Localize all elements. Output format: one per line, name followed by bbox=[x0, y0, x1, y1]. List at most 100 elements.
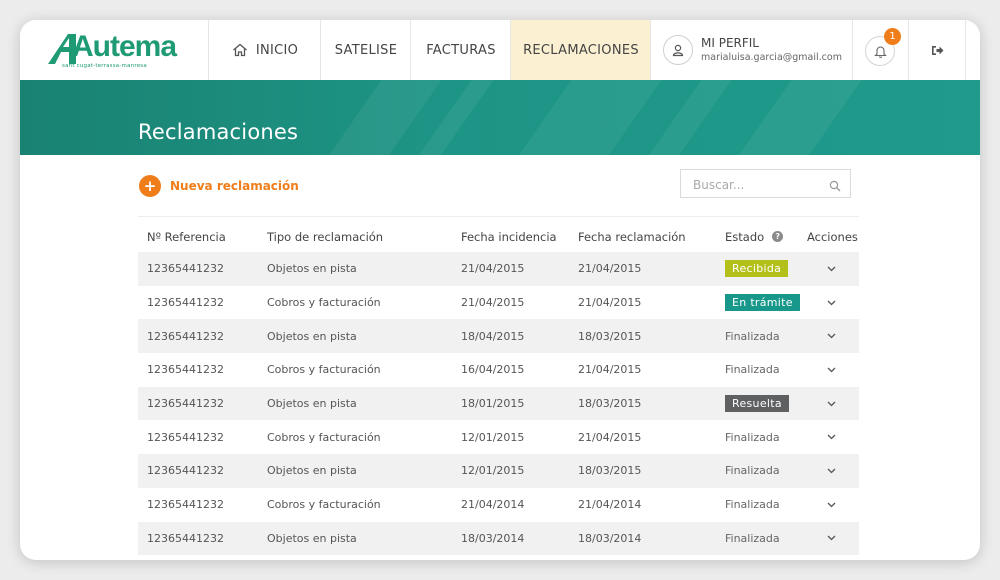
cell-fecha-incidencia: 18/01/2015 bbox=[461, 397, 525, 411]
status-badge: Recibida bbox=[725, 260, 789, 278]
cell-fecha-reclamacion: 18/03/2015 bbox=[578, 397, 642, 411]
status-badge: Resuelta bbox=[725, 395, 789, 413]
cell-estado: Recibida bbox=[725, 252, 789, 286]
cell-fecha-reclamacion: 21/04/2015 bbox=[578, 363, 642, 377]
autema-logo[interactable]: Autema sant cugat-terrassa-manresa bbox=[46, 30, 181, 72]
col-fecha-reclamacion[interactable]: Fecha reclamación bbox=[578, 217, 686, 254]
expand-row-button[interactable] bbox=[827, 319, 836, 353]
cell-tipo: Cobros y facturación bbox=[267, 363, 381, 377]
expand-row-button[interactable] bbox=[827, 387, 836, 421]
cell-referencia: 12365441232 bbox=[147, 296, 224, 310]
col-referencia[interactable]: Nº Referencia bbox=[147, 217, 226, 254]
table-row[interactable]: 12365441232 Cobros y facturación 21/04/201… bbox=[138, 488, 859, 522]
status-badge: Finalizada bbox=[725, 363, 780, 377]
home-icon bbox=[232, 43, 248, 57]
col-tipo[interactable]: Tipo de reclamación bbox=[267, 217, 383, 254]
cell-estado: Finalizada bbox=[725, 319, 780, 353]
cell-fecha-incidencia: 21/04/2014 bbox=[461, 498, 525, 512]
logout-button[interactable] bbox=[908, 20, 966, 80]
table-row[interactable]: 12365441232 Objetos en pista 21/04/2015 21/… bbox=[138, 252, 859, 286]
table-body: 12365441232 Objetos en pista 21/04/2015 21/… bbox=[138, 252, 859, 556]
claims-table: Nº Referencia Tipo de reclamación Fecha … bbox=[138, 216, 859, 556]
chevron-down-icon bbox=[827, 502, 836, 508]
nav-reclamaciones-label: RECLAMACIONES bbox=[523, 42, 639, 58]
chevron-down-icon bbox=[827, 300, 836, 305]
cell-fecha-reclamacion: 21/04/2015 bbox=[578, 296, 642, 310]
cell-estado: En trámite bbox=[725, 286, 800, 320]
status-badge: Finalizada bbox=[725, 498, 780, 512]
logo-subtitle: sant cugat-terrassa-manresa bbox=[62, 63, 147, 69]
cell-estado: Finalizada bbox=[725, 353, 780, 387]
plus-icon: + bbox=[139, 175, 161, 197]
col-acciones: Acciones bbox=[807, 229, 858, 244]
chevron-down-icon bbox=[827, 468, 836, 474]
status-badge: Finalizada bbox=[725, 329, 780, 343]
cell-referencia: 12365441232 bbox=[147, 329, 224, 343]
table-row[interactable]: 12365441232 Cobros y facturación 16/04/201… bbox=[138, 353, 859, 387]
col-estado[interactable]: Estado ? bbox=[725, 217, 784, 254]
help-icon[interactable]: ? bbox=[772, 231, 784, 242]
expand-row-button[interactable] bbox=[827, 252, 836, 286]
chevron-down-icon bbox=[827, 401, 836, 407]
table-row[interactable]: 12365441232 Objetos en pista 18/03/2014 18/… bbox=[138, 521, 859, 556]
cell-tipo: Objetos en pista bbox=[267, 464, 357, 478]
nav-satelise[interactable]: SATELISE bbox=[320, 20, 411, 80]
cell-referencia: 12365441232 bbox=[147, 262, 224, 276]
expand-row-button[interactable] bbox=[827, 286, 836, 320]
cell-estado: Resuelta bbox=[725, 387, 789, 421]
notifications-button[interactable]: 1 bbox=[852, 20, 909, 80]
cell-fecha-reclamacion: 18/03/2014 bbox=[578, 531, 642, 545]
table-row[interactable]: 12365441232 Objetos en pista 18/04/2015 18/… bbox=[138, 319, 859, 354]
expand-row-button[interactable] bbox=[827, 522, 836, 556]
cell-fecha-incidencia: 21/04/2015 bbox=[461, 262, 525, 276]
nav-satelise-label: SATELISE bbox=[334, 42, 398, 58]
cell-fecha-incidencia: 12/01/2015 bbox=[461, 430, 525, 444]
cell-referencia: 12365441232 bbox=[147, 464, 224, 478]
cell-fecha-incidencia: 18/03/2014 bbox=[461, 531, 525, 545]
profile-label: MI PERFIL bbox=[701, 36, 759, 50]
nav-facturas-label: FACTURAS bbox=[426, 42, 496, 58]
table-header: Nº Referencia Tipo de reclamación Fecha … bbox=[138, 216, 859, 252]
table-row[interactable]: 12365441232 Objetos en pista 12/01/2015 18/… bbox=[138, 454, 859, 488]
cell-referencia: 12365441232 bbox=[147, 397, 224, 411]
nav-reclamaciones[interactable]: RECLAMACIONES bbox=[510, 20, 651, 80]
profile-menu[interactable]: MI PERFIL marialuisa.garcia@gmail.com bbox=[650, 20, 853, 80]
logout-icon bbox=[931, 41, 944, 60]
nav-facturas[interactable]: FACTURAS bbox=[410, 20, 511, 80]
cell-tipo: Cobros y facturación bbox=[267, 430, 381, 444]
cell-tipo: Objetos en pista bbox=[267, 329, 357, 343]
nav-inicio-label: INICIO bbox=[255, 42, 299, 58]
status-badge: Finalizada bbox=[725, 430, 780, 444]
cell-fecha-incidencia: 21/04/2015 bbox=[461, 296, 525, 310]
status-badge: Finalizada bbox=[725, 531, 780, 545]
expand-row-button[interactable] bbox=[827, 488, 836, 522]
cell-tipo: Objetos en pista bbox=[267, 262, 357, 276]
cell-referencia: 12365441232 bbox=[147, 363, 224, 377]
cell-tipo: Objetos en pista bbox=[267, 531, 357, 545]
cell-estado: Finalizada bbox=[725, 420, 780, 454]
cell-tipo: Cobros y facturación bbox=[267, 498, 381, 512]
cell-fecha-incidencia: 16/04/2015 bbox=[461, 363, 525, 377]
chevron-down-icon bbox=[827, 333, 836, 339]
table-row[interactable]: 12365441232 Objetos en pista 18/01/2015 18/… bbox=[138, 386, 859, 421]
table-row[interactable]: 12365441232 Cobros y facturación 12/01/201… bbox=[138, 420, 859, 454]
nav-inicio[interactable]: INICIO bbox=[208, 20, 321, 80]
cell-referencia: 12365441232 bbox=[147, 498, 224, 512]
new-claim-button[interactable]: + Nueva reclamación bbox=[139, 175, 299, 197]
cell-referencia: 12365441232 bbox=[147, 430, 224, 444]
cell-estado: Finalizada bbox=[725, 454, 780, 488]
expand-row-button[interactable] bbox=[827, 353, 836, 387]
table-row[interactable]: 12365441232 Cobros y facturación 21/04/201… bbox=[138, 286, 859, 320]
expand-row-button[interactable] bbox=[827, 454, 836, 488]
cell-tipo: Objetos en pista bbox=[267, 397, 357, 411]
notification-count-badge: 1 bbox=[884, 28, 901, 45]
page-banner: Reclamaciones bbox=[20, 80, 980, 155]
col-estado-label: Estado bbox=[725, 229, 765, 244]
chevron-down-icon bbox=[827, 535, 836, 541]
top-header: Autema sant cugat-terrassa-manresa INICI… bbox=[20, 20, 980, 80]
expand-row-button[interactable] bbox=[827, 420, 836, 454]
page-title: Reclamaciones bbox=[138, 120, 299, 144]
col-fecha-incidencia[interactable]: Fecha incidencia bbox=[461, 217, 557, 254]
search-input[interactable] bbox=[691, 170, 825, 199]
search-icon[interactable] bbox=[829, 177, 841, 196]
